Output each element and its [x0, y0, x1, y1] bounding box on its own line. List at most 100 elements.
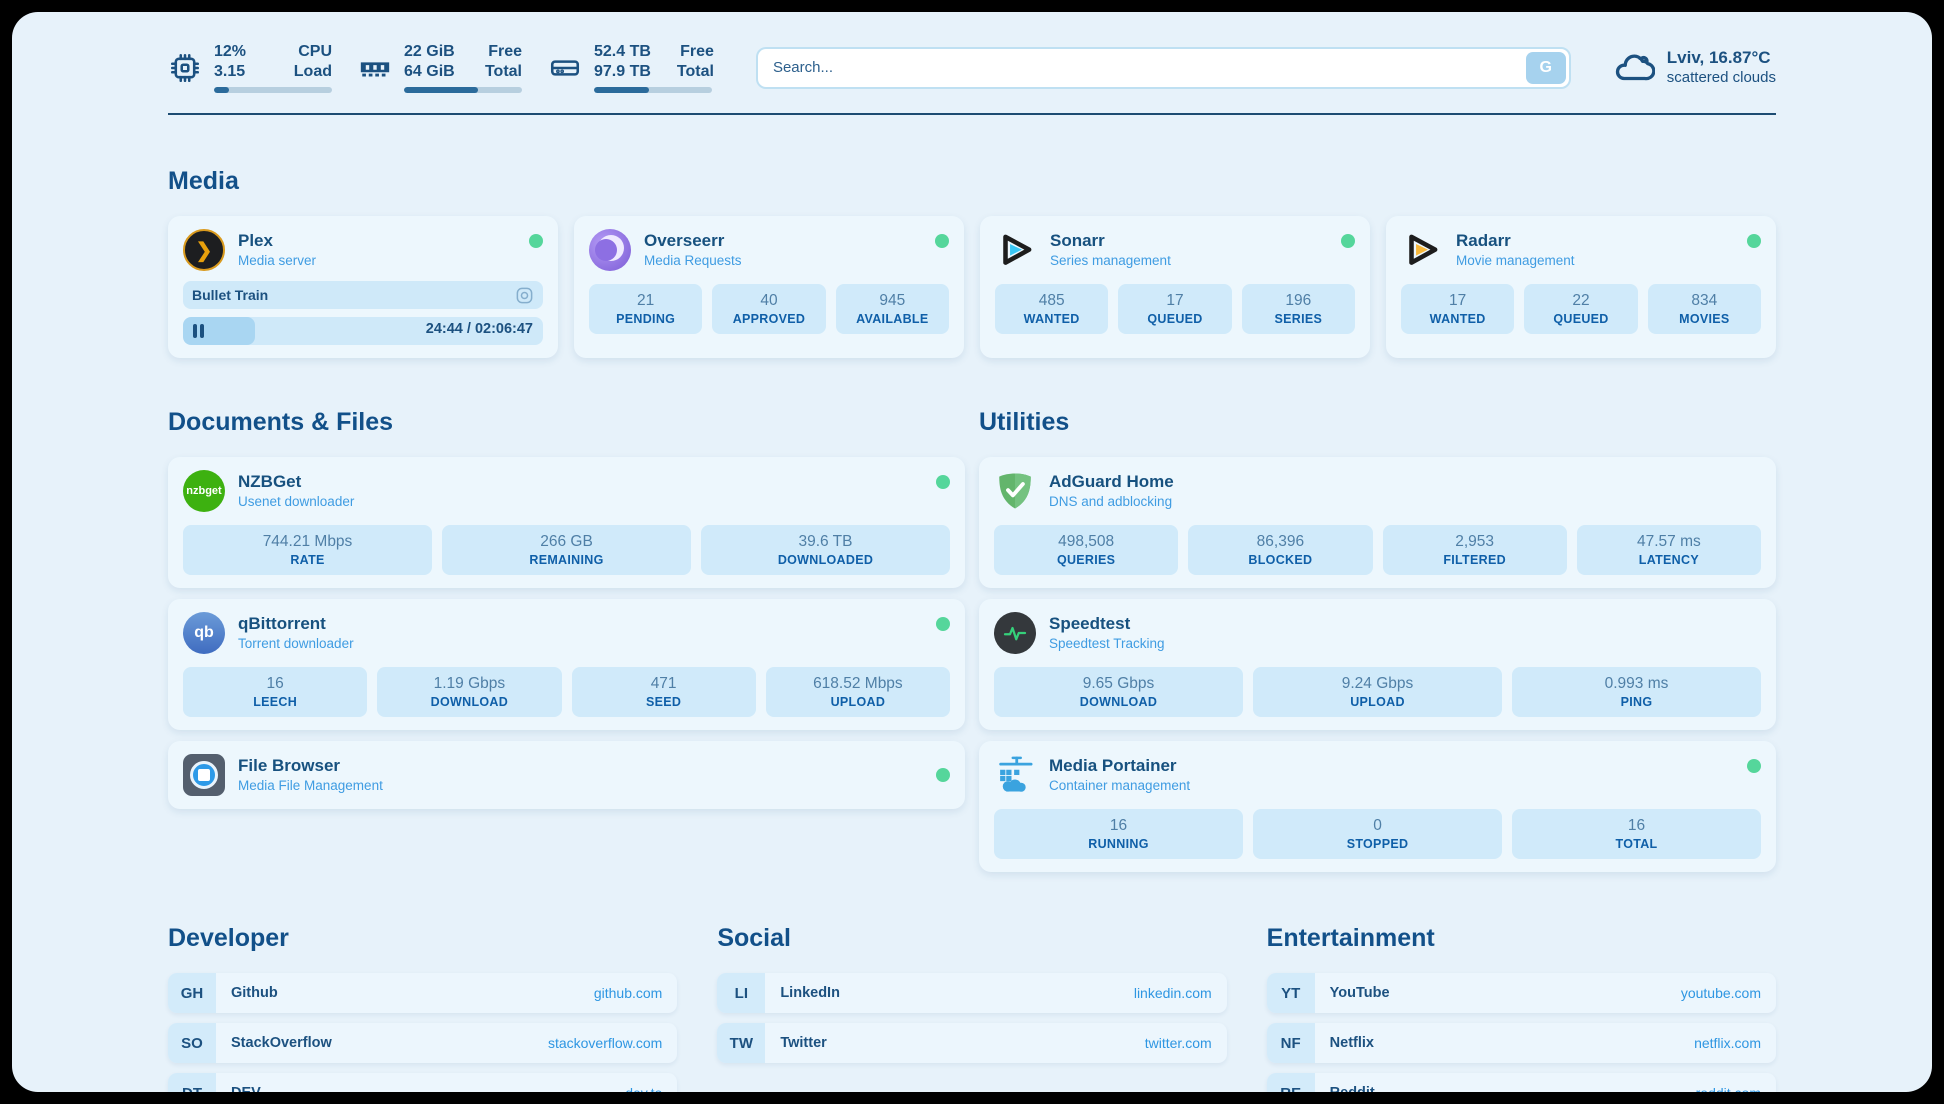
stat-box: 16RUNNING	[994, 809, 1243, 859]
section-heading-developer: Developer	[168, 924, 677, 953]
developer-bookmarks: GH Github github.com SO StackOverflow st…	[168, 973, 677, 1092]
section-heading-social: Social	[717, 924, 1226, 953]
storage-stat: 52.4 TB Free 97.9 TB Total	[548, 42, 714, 93]
app-title: qBittorrent	[238, 613, 354, 635]
app-title: Plex	[238, 230, 316, 252]
media-grid: ❯ Plex Media server Bullet Train	[168, 216, 1776, 358]
stat-box: 17WANTED	[1401, 284, 1514, 334]
app-subtitle: DNS and adblocking	[1049, 493, 1174, 511]
cloud-icon	[1613, 47, 1655, 89]
cpu-load-label: Load	[294, 62, 332, 82]
bookmark-reddit[interactable]: RE Reddit reddit.com	[1267, 1073, 1776, 1092]
status-dot	[1747, 759, 1761, 773]
storage-total-value: 97.9 TB	[594, 62, 651, 82]
app-card-portainer[interactable]: Media Portainer Container management 16R…	[979, 741, 1776, 872]
bookmark-linkedin[interactable]: LI LinkedIn linkedin.com	[717, 973, 1226, 1013]
stat-box: 471SEED	[572, 667, 756, 717]
storage-free-label: Free	[680, 42, 714, 62]
storage-icon	[548, 51, 582, 85]
app-title: NZBGet	[238, 471, 354, 493]
stat-box: 744.21 MbpsRATE	[183, 525, 432, 575]
app-subtitle: Media File Management	[238, 777, 383, 795]
topbar-divider	[168, 113, 1776, 115]
twitter-icon: TW	[717, 1023, 765, 1063]
stat-box: 21PENDING	[589, 284, 702, 334]
dev-icon: DT	[168, 1073, 216, 1092]
search-bar[interactable]: G	[756, 47, 1571, 89]
bookmark-github[interactable]: GH Github github.com	[168, 973, 677, 1013]
bookmark-youtube[interactable]: YT YouTube youtube.com	[1267, 973, 1776, 1013]
status-dot	[936, 475, 950, 489]
sonarr-icon	[995, 229, 1037, 271]
weather-description: scattered clouds	[1667, 68, 1776, 88]
stat-box: 1.19 GbpsDOWNLOAD	[377, 667, 561, 717]
plex-icon: ❯	[183, 229, 225, 271]
stat-box: 196SERIES	[1242, 284, 1355, 334]
weather-location-temp: Lviv, 16.87°C	[1667, 47, 1776, 68]
memory-icon	[358, 51, 392, 85]
section-heading-documents: Documents & Files	[168, 408, 965, 437]
status-dot	[935, 234, 949, 248]
app-title: Radarr	[1456, 230, 1575, 252]
stat-box: 86,396BLOCKED	[1188, 525, 1372, 575]
cpu-value: 12%	[214, 42, 246, 62]
pause-icon	[193, 324, 204, 338]
storage-free-value: 52.4 TB	[594, 42, 651, 62]
search-input[interactable]	[761, 59, 1526, 76]
stat-box: 16LEECH	[183, 667, 367, 717]
app-card-overseerr[interactable]: Overseerr Media Requests 21PENDING 40APP…	[574, 216, 964, 358]
app-subtitle: Series management	[1050, 252, 1171, 270]
stat-box: 266 GBREMAINING	[442, 525, 691, 575]
storage-progressbar	[594, 87, 712, 93]
section-heading-media: Media	[168, 167, 1776, 196]
playback-time: 24:44 / 02:06:47	[426, 321, 533, 337]
cpu-stat: 12%CPU 3.15Load	[168, 42, 332, 93]
app-card-nzbget[interactable]: nzbget NZBGet Usenet downloader 744.21 M…	[168, 457, 965, 588]
stat-box: 485WANTED	[995, 284, 1108, 334]
stat-box: 17QUEUED	[1118, 284, 1231, 334]
search-provider-button[interactable]: G	[1526, 52, 1566, 84]
adguard-icon	[994, 470, 1036, 512]
stat-box: 9.65 GbpsDOWNLOAD	[994, 667, 1243, 717]
app-card-radarr[interactable]: Radarr Movie management 17WANTED 22QUEUE…	[1386, 216, 1776, 358]
reddit-icon: RE	[1267, 1073, 1315, 1092]
app-card-qbittorrent[interactable]: qb qBittorrent Torrent downloader 16LEEC…	[168, 599, 965, 730]
stat-box: 16TOTAL	[1512, 809, 1761, 859]
stat-box: 945AVAILABLE	[836, 284, 949, 334]
stat-box: 2,953FILTERED	[1383, 525, 1567, 575]
app-card-plex[interactable]: ❯ Plex Media server Bullet Train	[168, 216, 558, 358]
stat-box: 39.6 TBDOWNLOADED	[701, 525, 950, 575]
netflix-icon: NF	[1267, 1023, 1315, 1063]
social-bookmarks: LI LinkedIn linkedin.com TW Twitter twit…	[717, 973, 1226, 1063]
overseerr-icon	[589, 229, 631, 271]
app-card-sonarr[interactable]: Sonarr Series management 485WANTED 17QUE…	[980, 216, 1370, 358]
bookmark-twitter[interactable]: TW Twitter twitter.com	[717, 1023, 1226, 1063]
app-card-adguard[interactable]: AdGuard Home DNS and adblocking 498,508Q…	[979, 457, 1776, 588]
section-heading-entertainment: Entertainment	[1267, 924, 1776, 953]
bookmark-netflix[interactable]: NF Netflix netflix.com	[1267, 1023, 1776, 1063]
storage-total-label: Total	[677, 62, 714, 82]
stat-box: 47.57 msLATENCY	[1577, 525, 1761, 575]
stackoverflow-icon: SO	[168, 1023, 216, 1063]
app-subtitle: Media server	[238, 252, 316, 270]
bookmark-stackoverflow[interactable]: SO StackOverflow stackoverflow.com	[168, 1023, 677, 1063]
cpu-icon	[168, 51, 202, 85]
app-title: Overseerr	[644, 230, 742, 252]
weather-widget: Lviv, 16.87°C scattered clouds	[1613, 47, 1776, 89]
dashboard-panel: 12%CPU 3.15Load 22 GiBFree 64 GiBTotal	[12, 12, 1932, 1092]
app-title: File Browser	[238, 755, 383, 777]
app-card-filebrowser[interactable]: File Browser Media File Management	[168, 741, 965, 809]
app-subtitle: Movie management	[1456, 252, 1575, 270]
bookmark-dev[interactable]: DT DEV dev.to	[168, 1073, 677, 1092]
memory-total-value: 64 GiB	[404, 62, 455, 82]
app-subtitle: Speedtest Tracking	[1049, 635, 1165, 653]
stat-box: 40APPROVED	[712, 284, 825, 334]
app-card-speedtest[interactable]: Speedtest Speedtest Tracking 9.65 GbpsDO…	[979, 599, 1776, 730]
section-heading-utilities: Utilities	[979, 408, 1776, 437]
qbittorrent-icon: qb	[183, 612, 225, 654]
app-subtitle: Torrent downloader	[238, 635, 354, 653]
cpu-progressbar	[214, 87, 332, 93]
status-dot	[936, 617, 950, 631]
filebrowser-icon	[183, 754, 225, 796]
app-title: Speedtest	[1049, 613, 1165, 635]
